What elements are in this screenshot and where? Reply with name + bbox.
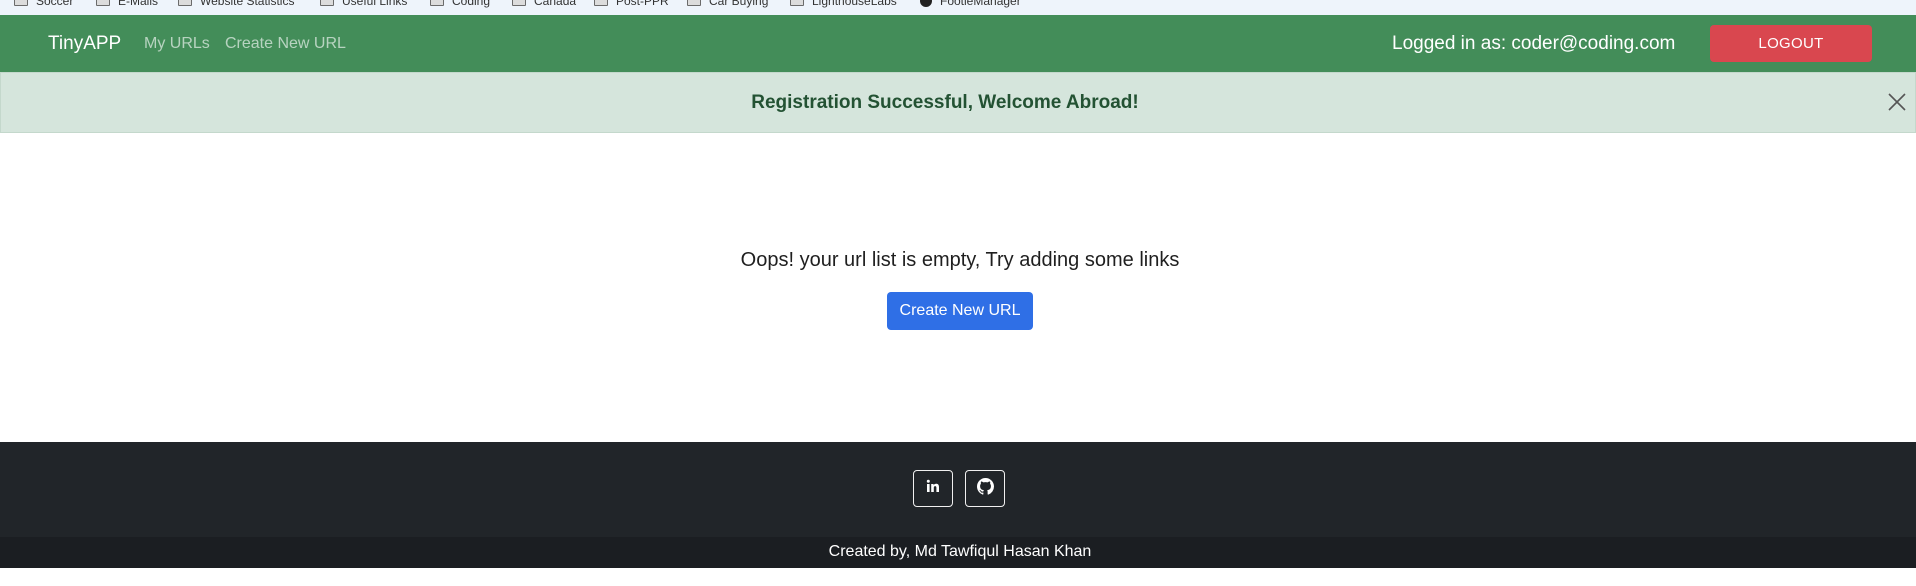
bookmark-canada[interactable]: Canada: [512, 0, 576, 8]
bookmark-website-statistics[interactable]: Website Statistics: [178, 0, 294, 8]
github-icon: [976, 477, 994, 500]
alert-message: Registration Successful, Welcome Abroad!: [751, 92, 1139, 113]
footer-credit: Created by, Md Tawfiqul Hasan Khan: [828, 543, 1092, 560]
bookmark-car-buying[interactable]: Car Buying: [687, 0, 768, 8]
folder-icon: [790, 0, 804, 6]
folder-icon: [14, 0, 28, 6]
bookmark-lighthouselabs[interactable]: LighthouseLabs: [790, 0, 897, 8]
success-alert: Registration Successful, Welcome Abroad!: [0, 72, 1916, 133]
empty-list-message: Oops! your url list is empty, Try adding…: [740, 249, 1180, 271]
person-icon: [920, 0, 932, 7]
linkedin-icon: [925, 478, 941, 499]
bookmarks-bar: Soccer E-Mails Website Statistics Useful…: [0, 0, 1916, 15]
folder-icon: [178, 0, 192, 6]
folder-icon: [594, 0, 608, 6]
folder-icon: [430, 0, 444, 6]
logged-in-status: Logged in as: coder@coding.com: [1392, 33, 1676, 54]
footer: [0, 442, 1916, 537]
github-button[interactable]: [965, 470, 1005, 507]
linkedin-button[interactable]: [913, 470, 953, 507]
bookmark-coding[interactable]: Coding: [430, 0, 490, 8]
bookmark-emails[interactable]: E-Mails: [96, 0, 158, 8]
nav-my-urls[interactable]: My URLs: [144, 35, 210, 53]
bookmark-post-ppr[interactable]: Post-PPR: [594, 0, 669, 8]
logout-button[interactable]: LOGOUT: [1710, 25, 1872, 62]
create-new-url-button[interactable]: Create New URL: [887, 292, 1033, 330]
bookmark-soccer[interactable]: Soccer: [14, 0, 73, 8]
bookmark-footiemanager[interactable]: FootieManager: [920, 0, 1021, 8]
folder-icon: [320, 0, 334, 6]
brand-logo[interactable]: TinyAPP: [48, 33, 121, 55]
folder-icon: [687, 0, 701, 6]
folder-icon: [96, 0, 110, 6]
navbar: TinyAPP My URLs Create New URL Logged in…: [0, 15, 1916, 72]
folder-icon: [512, 0, 526, 6]
footer-credit-bar: Created by, Md Tawfiqul Hasan Khan: [0, 537, 1916, 568]
close-icon[interactable]: [1887, 92, 1907, 112]
bookmark-useful-links[interactable]: Useful Links: [320, 0, 407, 8]
nav-create-new-url[interactable]: Create New URL: [225, 35, 346, 53]
